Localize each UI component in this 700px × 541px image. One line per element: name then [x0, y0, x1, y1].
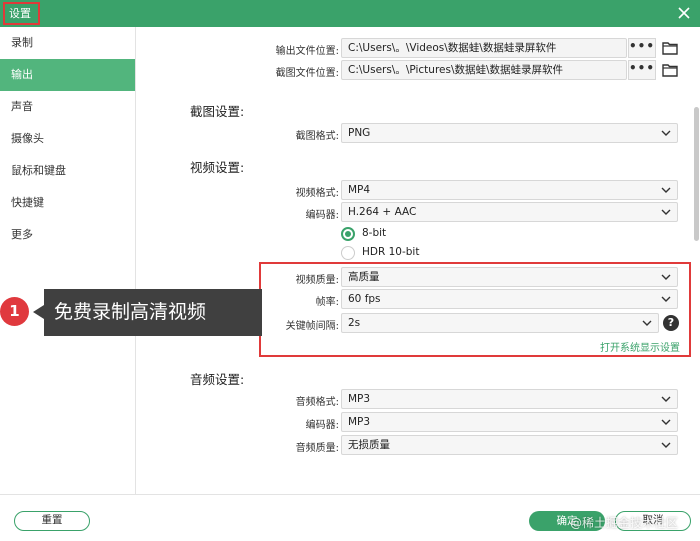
sidebar: 录制 输出 声音 摄像头 鼠标和键盘 快捷键 更多 — [0, 27, 136, 494]
screenshot-format-select[interactable]: PNG — [341, 123, 678, 143]
audio-quality-select[interactable]: 无损质量 — [341, 435, 678, 455]
video-encoder-value: H.264 + AAC — [348, 206, 417, 218]
sidebar-item-hotkeys[interactable]: 快捷键 — [0, 187, 135, 219]
screenshot-format-value: PNG — [348, 127, 371, 139]
sidebar-item-camera[interactable]: 摄像头 — [0, 123, 135, 155]
scrollbar-thumb[interactable] — [694, 107, 699, 241]
highlight-box — [259, 262, 691, 357]
audio-quality-value: 无损质量 — [348, 439, 390, 451]
sidebar-item-sound[interactable]: 声音 — [0, 91, 135, 123]
screenshot-format-label: 截图格式: — [295, 131, 339, 142]
video-format-value: MP4 — [348, 184, 371, 196]
video-encoder-row: 编码器: H.264 + AAC — [137, 202, 693, 222]
output-location-row: 输出文件位置: C:\Users\。\Videos\数据蛙\数据蛙录屏软件 ••… — [137, 38, 693, 58]
audio-encoder-value: MP3 — [348, 416, 371, 428]
output-browse-button[interactable]: ••• — [628, 38, 656, 58]
audio-encoder-row: 编码器: MP3 — [137, 412, 693, 432]
screenshot-location-row: 截图文件位置: C:\Users\。\Pictures\数据蛙\数据蛙录屏软件 … — [137, 60, 693, 80]
video-format-select[interactable]: MP4 — [341, 180, 678, 200]
audio-format-label: 音频格式: — [295, 397, 339, 408]
video-encoder-select[interactable]: H.264 + AAC — [341, 202, 678, 222]
window-title: 设置 — [3, 2, 40, 25]
video-encoder-label: 编码器: — [305, 210, 339, 221]
audio-quality-label: 音频质量: — [295, 443, 339, 454]
screenshot-settings-heading: 截图设置: — [190, 104, 245, 119]
annotation-badge: 1 — [0, 297, 29, 326]
chevron-down-icon — [661, 130, 671, 136]
chevron-down-icon — [661, 442, 671, 448]
audio-encoder-label: 编码器: — [305, 420, 339, 431]
video-format-row: 视频格式: MP4 — [137, 180, 693, 200]
watermark: @稀土掘金技术社区 — [570, 516, 679, 530]
bitdepth-hdr-radio[interactable] — [341, 246, 355, 260]
video-format-label: 视频格式: — [295, 188, 339, 199]
screenshot-folder-icon[interactable] — [662, 63, 678, 77]
screenshot-location-field[interactable]: C:\Users\。\Pictures\数据蛙\数据蛙录屏软件 — [341, 60, 627, 80]
sidebar-item-more[interactable]: 更多 — [0, 219, 135, 251]
vertical-scrollbar[interactable] — [693, 27, 700, 494]
output-location-label: 输出文件位置: — [275, 46, 339, 57]
sidebar-item-record[interactable]: 录制 — [0, 27, 135, 59]
chevron-down-icon — [661, 396, 671, 402]
chevron-down-icon — [661, 209, 671, 215]
close-icon[interactable] — [676, 5, 692, 21]
settings-panel: 输出文件位置: C:\Users\。\Videos\数据蛙\数据蛙录屏软件 ••… — [137, 27, 693, 494]
callout-pointer — [33, 305, 44, 319]
annotation-callout: 免费录制高清视频 — [44, 289, 262, 336]
chevron-down-icon — [661, 419, 671, 425]
audio-settings-heading: 音频设置: — [190, 372, 245, 387]
bitdepth-hdr-label: HDR 10-bit — [362, 246, 420, 258]
title-bar: 设置 — [0, 0, 700, 27]
bitdepth-8bit-label: 8-bit — [362, 227, 387, 239]
audio-quality-row: 音频质量: 无损质量 — [137, 435, 693, 455]
video-settings-heading: 视频设置: — [190, 160, 245, 175]
bitdepth-8bit-radio[interactable] — [341, 227, 355, 241]
audio-format-row: 音频格式: MP3 — [137, 389, 693, 409]
audio-encoder-select[interactable]: MP3 — [341, 412, 678, 432]
screenshot-browse-button[interactable]: ••• — [628, 60, 656, 80]
sidebar-item-output[interactable]: 输出 — [0, 59, 135, 91]
screenshot-format-row: 截图格式: PNG — [137, 123, 693, 143]
output-location-field[interactable]: C:\Users\。\Videos\数据蛙\数据蛙录屏软件 — [341, 38, 627, 58]
reset-button[interactable]: 重置 — [14, 511, 90, 531]
audio-format-select[interactable]: MP3 — [341, 389, 678, 409]
sidebar-item-mouse-keyboard[interactable]: 鼠标和键盘 — [0, 155, 135, 187]
output-folder-icon[interactable] — [662, 41, 678, 55]
screenshot-location-label: 截图文件位置: — [275, 68, 339, 79]
audio-format-value: MP3 — [348, 393, 371, 405]
chevron-down-icon — [661, 187, 671, 193]
